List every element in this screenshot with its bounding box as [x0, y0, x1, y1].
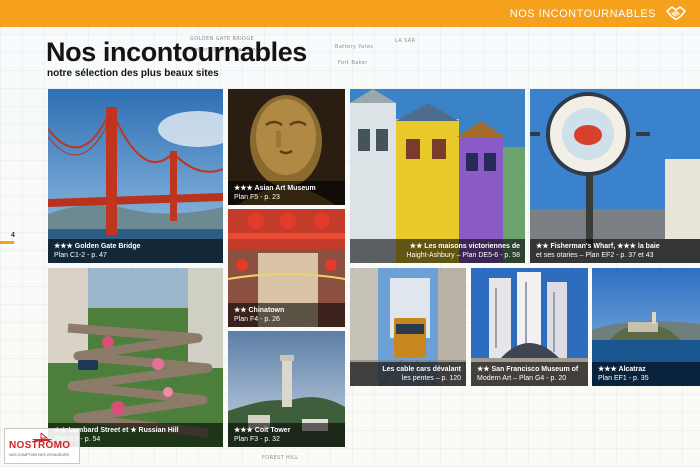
tile-coit-tower[interactable]: ★★★ Coit Tower Plan F3 - p. 32 [228, 331, 345, 447]
tile-alcatraz[interactable]: ★★★ Alcatraz Plan EF1 - p. 35 [592, 268, 700, 386]
page-number: 4 [11, 232, 15, 239]
tile-ref: Plan EF1 - p. 35 [598, 375, 649, 382]
fishermans-wharf-photo [530, 89, 700, 263]
tile-caption: ★★★ Alcatraz Plan EF1 - p. 35 [592, 362, 700, 386]
tile-ref: Modern Art – Plan G4 - p. 20 [477, 375, 567, 382]
tile-sfmoma[interactable]: ★★ San Francisco Museum of Modern Art – … [471, 268, 588, 386]
page-marker [0, 241, 14, 244]
victorian-houses-photo [350, 89, 525, 263]
page-subtitle: notre sélection des plus beaux sites [47, 68, 219, 79]
tile-caption: ★★ Fisherman's Wharf, ★★★ la baie et ses… [530, 239, 700, 263]
tile-ref: Haight-Ashbury – Plan DE5-6 - p. 58 [406, 252, 520, 259]
logo-tagline: NOS COMPTOIR DES VOYAGEURS [9, 453, 69, 457]
tile-lombard-street[interactable]: ★★ Lombard Street et ★ Russian Hill Plan… [48, 268, 223, 447]
tile-caption: ★★★ Asian Art Museum Plan F5 - p. 23 [228, 181, 345, 205]
tile-ref: les pentes – p. 120 [401, 375, 461, 382]
tile-ref: et ses otaries – Plan EF2 - p. 37 et 43 [536, 252, 654, 259]
page-title: Nos incontournables [46, 37, 307, 67]
tile-fishermans-wharf[interactable]: ★★ Fisherman's Wharf, ★★★ la baie et ses… [530, 89, 700, 263]
tile-cable-cars[interactable]: Les cable cars dévalant les pentes – p. … [350, 268, 466, 386]
map-label: Fort Baker [338, 60, 368, 66]
tile-name: ★★ Les maisons victoriennes de [409, 243, 520, 250]
logo-name: NOSTROMO [9, 440, 71, 451]
tile-caption: Les cable cars dévalant les pentes – p. … [350, 362, 466, 386]
tile-name: ★★ San Francisco Museum of [477, 366, 579, 373]
tile-name: ★★★ Alcatraz [598, 366, 646, 373]
section-title: NOS INCONTOURNABLES [509, 8, 656, 20]
publisher-logo: NOSTROMO NOS COMPTOIR DES VOYAGEURS [4, 428, 80, 464]
tile-victorian-houses[interactable]: ★★ Les maisons victoriennes de Haight-As… [350, 89, 525, 263]
tile-name: ★★★ Coit Tower [234, 427, 291, 434]
map-label: FOREST HILL [262, 455, 299, 461]
tile-caption: ★★★ Coit Tower Plan F3 - p. 32 [228, 423, 345, 447]
tile-ref: Plan F5 - p. 23 [234, 194, 280, 201]
tile-ref: Plan C1-2 - p. 47 [54, 252, 107, 259]
tile-ref: Plan F4 - p. 26 [234, 316, 280, 323]
tile-name: Les cable cars dévalant [382, 366, 461, 373]
guidebook-page: GOLDEN GATE BRIDGE LA SAR Battery East V… [0, 0, 700, 467]
tile-asian-art-museum[interactable]: ★★★ Asian Art Museum Plan F5 - p. 23 [228, 89, 345, 205]
handshake-icon [666, 6, 686, 20]
tile-caption: ★★ Chinatown Plan F4 - p. 26 [228, 303, 345, 327]
tile-caption: ★★★ Golden Gate Bridge Plan C1-2 - p. 47 [48, 239, 223, 263]
tile-golden-gate-bridge[interactable]: ★★★ Golden Gate Bridge Plan C1-2 - p. 47 [48, 89, 223, 263]
map-label: LA SAR [395, 38, 416, 44]
tile-name: ★★ Fisherman's Wharf, ★★★ la baie [536, 243, 660, 250]
tile-caption: ★★ Les maisons victoriennes de Haight-As… [350, 239, 525, 263]
tile-caption: ★★ San Francisco Museum of Modern Art – … [471, 362, 588, 386]
tile-ref: Plan F3 - p. 32 [234, 436, 280, 443]
golden-gate-photo [48, 89, 223, 263]
map-label: Battery Yates [335, 44, 374, 50]
section-header-bar: NOS INCONTOURNABLES [0, 0, 700, 27]
lombard-street-photo [48, 268, 223, 447]
tile-name: ★★ Chinatown [234, 307, 285, 314]
tile-name: ★★★ Golden Gate Bridge [54, 243, 141, 250]
tile-chinatown[interactable]: ★★ Chinatown Plan F4 - p. 26 [228, 209, 345, 327]
tile-name: ★★★ Asian Art Museum [234, 185, 316, 192]
